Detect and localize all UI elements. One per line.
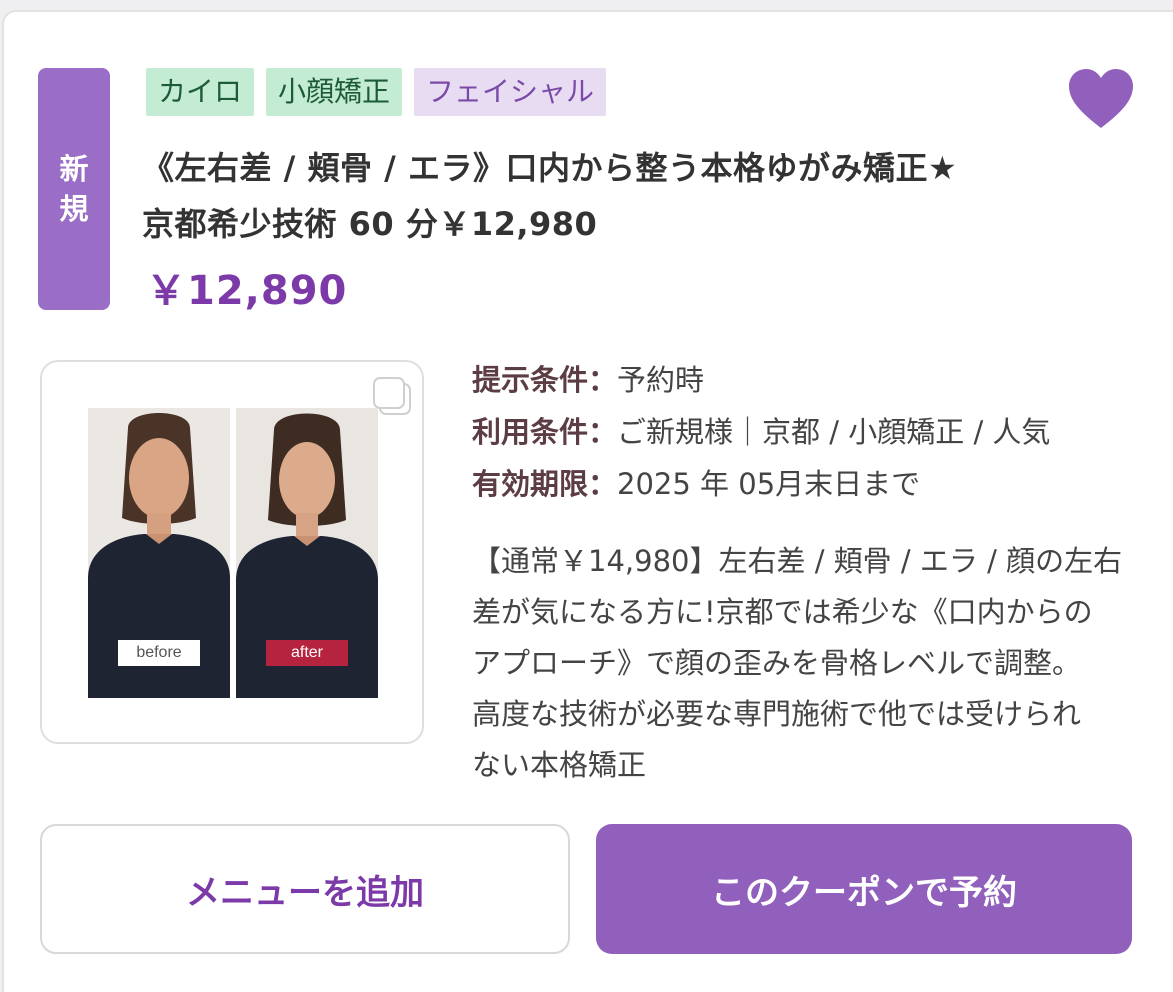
badge-char-1: 新 xyxy=(59,152,89,186)
after-photo: after xyxy=(236,408,378,698)
description-line: 高度な技術が必要な専門施術で他では受けられ xyxy=(472,697,1082,731)
condition-value: 予約時 xyxy=(617,363,705,397)
badge-char-2: 規 xyxy=(59,192,89,226)
condition-value: ご新規様｜京都 / 小顔矯正 / 人気 xyxy=(617,415,1051,449)
reserve-coupon-button[interactable]: このクーポンで予約 xyxy=(596,824,1132,954)
coupon-conditions: 提示条件：予約時 利用条件：ご新規様｜京都 / 小顔矯正 / 人気 有効期限：2… xyxy=(472,354,1050,510)
condition-value: 2025 年 05月末日まで xyxy=(617,467,921,501)
description-line: アプローチ》で顔の歪みを骨格レベルで調整。 xyxy=(472,646,1082,680)
condition-key: 利用条件： xyxy=(472,415,618,449)
tag-facial: フェイシャル xyxy=(414,68,607,116)
condition-presentation: 提示条件：予約時 xyxy=(472,354,1050,406)
before-label: before xyxy=(118,640,200,666)
add-menu-button[interactable]: メニューを追加 xyxy=(40,824,570,954)
coupon-card: 新 規 カイロ 小顔矯正 フェイシャル 《左右差 / 頬骨 / エラ》口内から整… xyxy=(2,10,1173,992)
condition-usage: 利用条件：ご新規様｜京都 / 小顔矯正 / 人気 xyxy=(472,406,1050,458)
condition-key: 提示条件： xyxy=(472,363,618,397)
description-line: 【通常￥14,980】左右差 / 頬骨 / エラ / 顔の左右 xyxy=(472,544,1123,578)
new-customer-badge: 新 規 xyxy=(38,68,110,310)
after-label: after xyxy=(266,640,348,666)
coupon-price: ￥12,890 xyxy=(146,268,348,314)
description-line: ない本格矯正 xyxy=(472,748,647,782)
coupon-title: 《左右差 / 頬骨 / エラ》口内から整う本格ゆがみ矯正★ 京都希少技術 60 … xyxy=(142,140,1042,252)
tag-chiro: カイロ xyxy=(146,68,255,116)
condition-expiry: 有効期限：2025 年 05月末日まで xyxy=(472,458,1050,510)
tag-small-face: 小顔矯正 xyxy=(266,68,403,116)
coupon-photo[interactable]: before after xyxy=(40,360,424,744)
coupon-title-line-1: 《左右差 / 頬骨 / エラ》口内から整う本格ゆがみ矯正★ xyxy=(142,149,958,187)
before-photo: before xyxy=(88,408,230,698)
coupon-title-line-2: 京都希少技術 60 分￥12,980 xyxy=(142,205,598,243)
heart-icon[interactable] xyxy=(1068,68,1134,130)
coupon-description: 【通常￥14,980】左右差 / 頬骨 / エラ / 顔の左右 差が気になる方に… xyxy=(472,536,1132,791)
category-tags: カイロ 小顔矯正 フェイシャル xyxy=(146,68,607,116)
description-line: 差が気になる方に!京都では希少な《口内からの xyxy=(472,595,1093,629)
condition-key: 有効期限： xyxy=(472,467,618,501)
